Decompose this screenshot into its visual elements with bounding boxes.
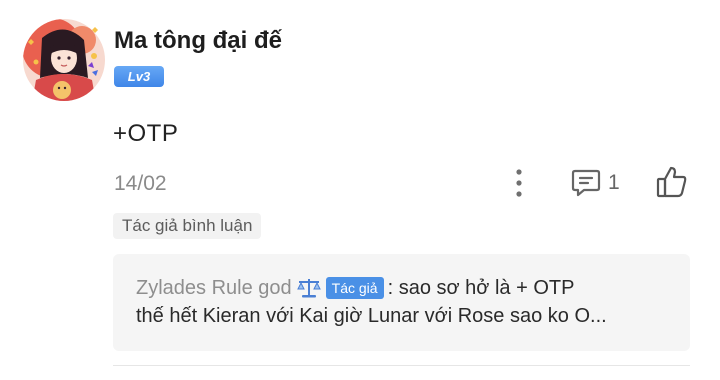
balance-scale-icon — [296, 277, 321, 299]
avatar[interactable] — [22, 18, 106, 102]
avatar-image — [23, 19, 105, 101]
reply-preview[interactable]: Zylades Rule god Tác giả : sao sơ hở là … — [113, 254, 690, 351]
reply-count: 1 — [608, 171, 620, 194]
level-badge: Lv3 — [114, 66, 164, 87]
reply-line-1: Zylades Rule god Tác giả : sao sơ hở là … — [136, 274, 668, 302]
more-options-button[interactable] — [506, 166, 532, 200]
reply-author[interactable]: Zylades Rule god — [136, 274, 292, 302]
more-vertical-icon — [516, 169, 522, 197]
comment-card: Ma tông đại đế Lv3 +OTP 14/02 1 Tác giả … — [0, 0, 720, 380]
thumbs-up-icon — [656, 166, 687, 198]
comment-icon — [571, 169, 601, 197]
comment-date: 14/02 — [114, 172, 167, 195]
author-tag: Tác giả — [325, 277, 384, 299]
reply-button[interactable]: 1 — [570, 167, 620, 199]
reply-text-line1: : sao sơ hở là + OTP — [387, 277, 575, 299]
comment-text: +OTP — [113, 120, 179, 147]
reply-text-line2: thế hết Kieran với Kai giờ Lunar với Ros… — [136, 305, 607, 327]
username[interactable]: Ma tông đại đế — [114, 26, 282, 56]
like-button[interactable] — [654, 164, 690, 200]
author-comment-label: Tác giả bình luận — [113, 213, 262, 239]
divider — [113, 365, 690, 366]
